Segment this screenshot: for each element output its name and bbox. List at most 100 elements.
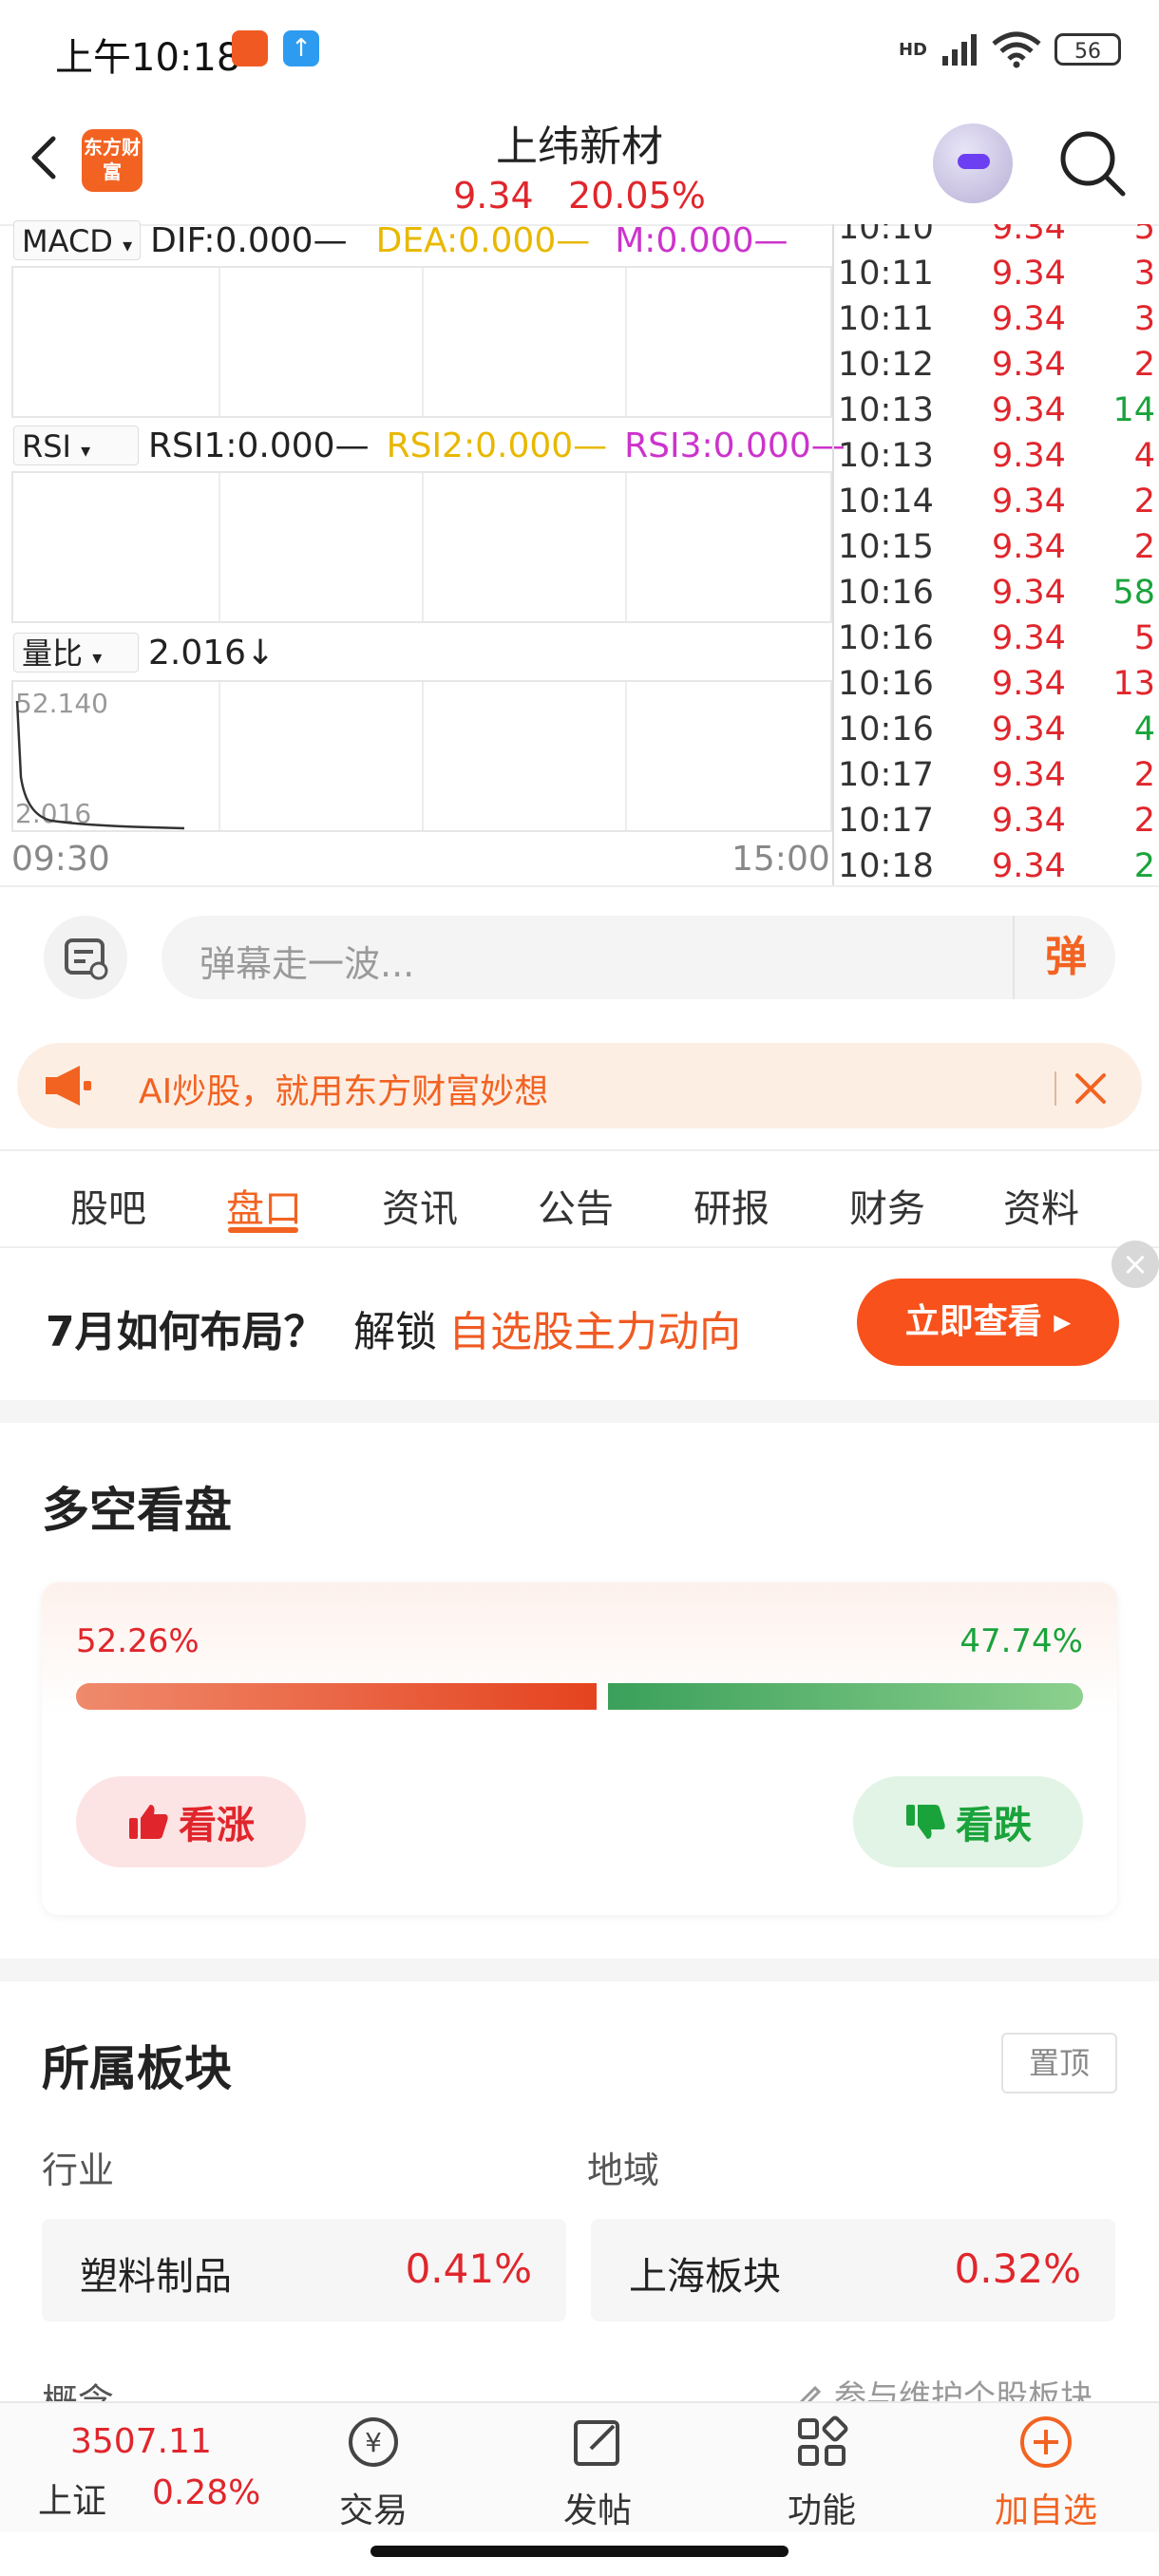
tick-time: 10:10 — [838, 224, 934, 247]
tick-row: 10:18 9.34 2 — [834, 847, 1159, 885]
tick-price: 9.34 — [992, 847, 1066, 885]
tab-finance[interactable]: 财务 — [849, 1178, 925, 1233]
tick-time: 10:17 — [838, 802, 934, 840]
region-sector-pct: 0.32% — [954, 2245, 1081, 2292]
bull-percentage: 52.26% — [76, 1622, 200, 1660]
nav-trade[interactable]: ¥ 交易 — [302, 2411, 445, 2532]
tick-volume: 2 — [1133, 847, 1155, 885]
tick-time: 10:11 — [838, 300, 934, 338]
status-time: 上午10:18 — [55, 36, 241, 80]
network-type: HD — [898, 39, 927, 60]
danmu-send-button[interactable]: 弹 — [1013, 916, 1117, 999]
rsi-2: RSI2:0.000— — [386, 426, 608, 465]
tab-news[interactable]: 资讯 — [382, 1178, 458, 1233]
tick-volume: 4 — [1133, 437, 1155, 475]
tick-list[interactable]: 10:10 9.34 5 10:11 9.34 3 10:11 9.34 3 10:12 9.34 2… — [834, 224, 1159, 885]
tick-price: 9.34 — [992, 437, 1066, 475]
tick-volume: 13 — [1112, 665, 1155, 703]
app-notification-icon — [232, 30, 268, 66]
tab-pankou[interactable]: 盘口 — [226, 1178, 302, 1233]
battery-icon: 56 — [1054, 33, 1121, 66]
tick-row: 10:12 9.34 2 — [834, 346, 1159, 391]
volume-ratio-chart: 52.140 2.016 — [11, 680, 832, 832]
rsi-header: RSI ▾ RSI1:0.000— RSI2:0.000— RSI3:0.000… — [13, 426, 846, 465]
tick-price: 9.34 — [992, 346, 1066, 384]
stock-price: 9.34 — [453, 175, 534, 217]
volume-ratio-line — [15, 700, 185, 830]
tick-row: 10:17 9.34 2 — [834, 802, 1159, 847]
tick-price: 9.34 — [992, 224, 1066, 247]
index-pct[interactable]: 0.28% — [152, 2473, 260, 2512]
nav-add-watchlist[interactable]: 加自选 — [975, 2411, 1117, 2532]
tick-price: 9.34 — [992, 619, 1066, 657]
avatar-visor — [958, 154, 990, 169]
tab-research[interactable]: 研报 — [694, 1178, 770, 1233]
tick-time: 10:13 — [838, 391, 934, 429]
nav-post-label: 发帖 — [562, 2491, 632, 2530]
region-sector-card[interactable]: 上海板块 0.32% — [591, 2219, 1115, 2321]
tick-row: 10:13 9.34 14 — [834, 391, 1159, 437]
nav-post[interactable]: 发帖 — [526, 2411, 669, 2532]
rsi-chart — [11, 471, 832, 623]
active-tab-indicator — [228, 1227, 298, 1233]
tick-time: 10:16 — [838, 710, 934, 748]
ai-promo-text: AI炒股，就用东方财富妙想 — [139, 1072, 549, 1111]
volume-ratio-select[interactable]: 量比 ▾ — [13, 633, 139, 672]
pin-to-top-button[interactable]: 置顶 — [1001, 2033, 1117, 2093]
tick-volume: 3 — [1133, 255, 1155, 293]
tick-time: 10:12 — [838, 346, 934, 384]
macd-header: MACD ▾ DIF:0.000— DEA:0.000— M:0.000— — [13, 220, 788, 260]
bearish-label: 看跌 — [956, 1804, 1032, 1847]
upload-notification-icon: ↑ — [283, 30, 319, 66]
industry-sector-name: 塑料制品 — [80, 2255, 232, 2299]
tab-bar: 股吧 盘口 资讯 公告 研报 财务 资料 — [0, 1149, 1159, 1248]
tick-volume: 2 — [1133, 528, 1155, 566]
tick-price: 9.34 — [992, 391, 1066, 429]
ai-banner-divider — [1054, 1071, 1056, 1106]
rsi-select[interactable]: RSI ▾ — [13, 426, 139, 465]
add-circle-icon — [1020, 2416, 1072, 2468]
tick-price: 9.34 — [992, 483, 1066, 521]
home-indicator[interactable] — [370, 2546, 788, 2557]
tick-volume: 14 — [1112, 391, 1155, 429]
index-name[interactable]: 上证 — [38, 2473, 106, 2523]
macd-select[interactable]: MACD ▾ — [13, 220, 142, 260]
tab-profile[interactable]: 资料 — [1003, 1178, 1079, 1233]
bullish-label: 看涨 — [179, 1804, 255, 1847]
tick-volume: 2 — [1133, 483, 1155, 521]
bear-percentage: 47.74% — [960, 1622, 1083, 1660]
ad-view-button[interactable]: 立即查看 ▸ — [857, 1279, 1119, 1366]
macd-dea: DEA:0.000— — [375, 220, 591, 260]
tick-price: 9.34 — [992, 255, 1066, 293]
tick-price: 9.34 — [992, 300, 1066, 338]
tab-announcements[interactable]: 公告 — [538, 1178, 614, 1233]
danmu-settings-icon[interactable] — [44, 916, 127, 999]
index-value[interactable]: 3507.11 — [70, 2422, 212, 2461]
tab-guba[interactable]: 股吧 — [70, 1178, 146, 1233]
industry-sector-card[interactable]: 塑料制品 0.41% — [42, 2219, 566, 2321]
search-icon[interactable] — [1056, 127, 1129, 199]
close-icon[interactable] — [1072, 1070, 1110, 1108]
compose-icon — [574, 2420, 619, 2466]
nav-add-watchlist-label: 加自选 — [994, 2491, 1097, 2530]
tick-volume: 2 — [1133, 756, 1155, 794]
tick-time: 10:16 — [838, 619, 934, 657]
tick-row: 10:11 9.34 3 — [834, 255, 1159, 300]
tick-row: 10:16 9.34 4 — [834, 710, 1159, 756]
region-label: 地域 — [587, 2150, 660, 2191]
section-separator-2 — [0, 1959, 1159, 1981]
volume-ratio-value: 2.016↓ — [148, 633, 276, 672]
time-axis-start: 09:30 — [11, 840, 110, 879]
ad-close-icon[interactable]: × — [1112, 1241, 1159, 1288]
tick-volume: 5 — [1133, 224, 1155, 247]
tick-row: 10:16 9.34 58 — [834, 574, 1159, 619]
nav-functions[interactable]: 功能 — [750, 2411, 893, 2532]
macd-select-label: MACD — [22, 223, 113, 259]
bullish-button[interactable]: 看涨 — [76, 1776, 306, 1867]
tick-price: 9.34 — [992, 802, 1066, 840]
bearish-button[interactable]: 看跌 — [853, 1776, 1083, 1867]
rsi-1: RSI1:0.000— — [148, 426, 370, 465]
tick-volume: 2 — [1133, 346, 1155, 384]
macd-chart — [11, 266, 832, 418]
macd-m: M:0.000— — [615, 220, 788, 260]
